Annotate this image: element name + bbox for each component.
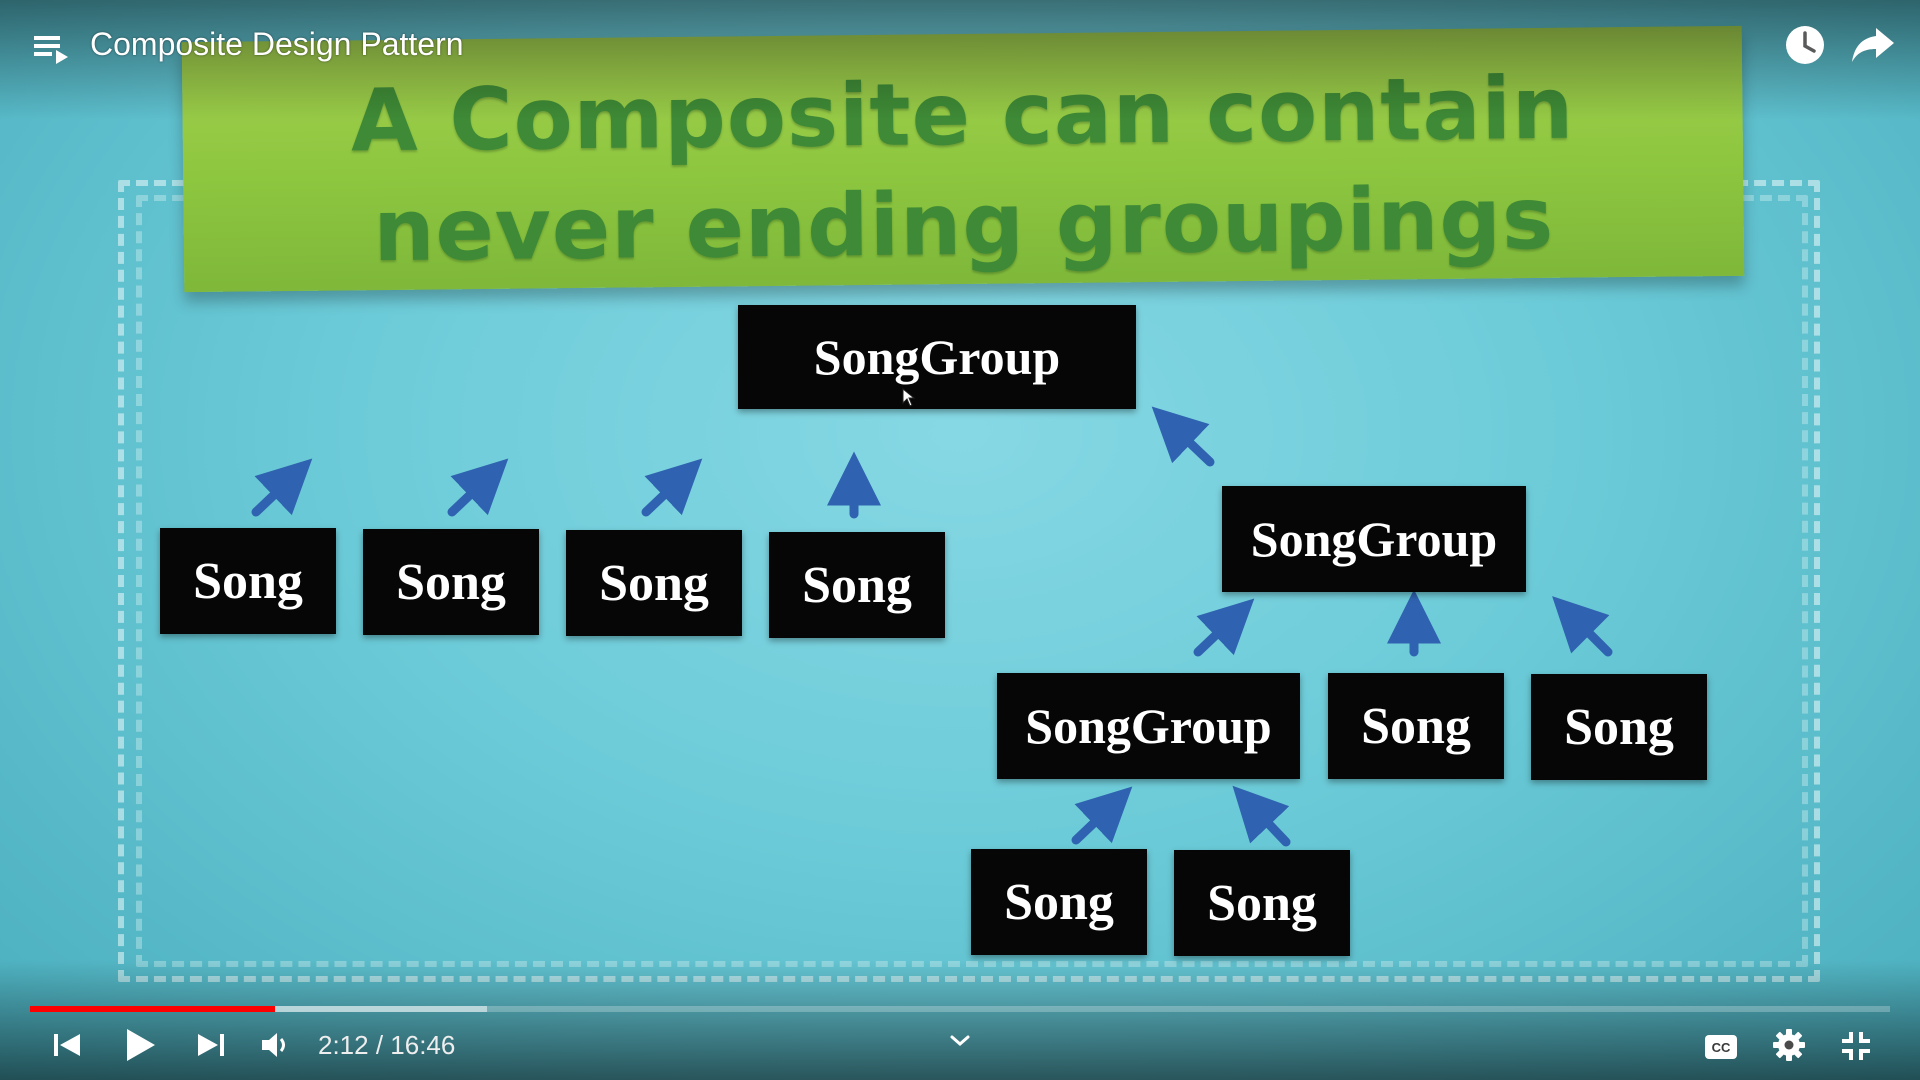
play-icon xyxy=(127,1029,155,1061)
song-6: Song xyxy=(1531,674,1707,780)
time-total: 16:46 xyxy=(390,1030,456,1060)
next-icon xyxy=(198,1034,224,1056)
exit-fullscreen-button[interactable] xyxy=(1840,1030,1872,1062)
songgroup-third: SongGroup xyxy=(997,673,1300,779)
time-display: 2:12 / 16:46 xyxy=(318,1030,455,1061)
player-bottom-bar xyxy=(0,960,1920,1080)
song-1: Song xyxy=(160,528,336,634)
gear-icon xyxy=(1773,1029,1805,1061)
time-separator: / xyxy=(368,1030,391,1060)
expand-chevron-button[interactable] xyxy=(948,1032,972,1050)
arrow-group3-to-group2 xyxy=(1193,598,1255,657)
previous-icon xyxy=(54,1034,80,1056)
arrow-song1-to-root xyxy=(251,458,313,517)
exit-fullscreen-icon xyxy=(1842,1032,1870,1060)
songgroup-root: SongGroup xyxy=(738,305,1136,409)
previous-button[interactable] xyxy=(50,1028,84,1062)
arrow-song6-to-group2 xyxy=(1552,596,1613,657)
playlist-icon xyxy=(34,36,68,64)
video-frame[interactable]: A Composite can contain never ending gro… xyxy=(0,0,1920,1080)
volume-button[interactable] xyxy=(260,1030,292,1060)
progress-played xyxy=(30,1006,275,1012)
playlist-button[interactable] xyxy=(32,30,72,70)
arrow-song2-to-root xyxy=(447,458,509,517)
share-button[interactable] xyxy=(1850,24,1896,66)
next-button[interactable] xyxy=(194,1028,228,1062)
song-3: Song xyxy=(566,530,742,636)
progress-bar[interactable] xyxy=(30,1006,1890,1012)
song-5: Song xyxy=(1328,673,1504,779)
arrow-song3-to-root xyxy=(641,458,703,517)
time-current: 2:12 xyxy=(318,1030,369,1060)
song-2: Song xyxy=(363,529,539,635)
captions-button[interactable]: CC xyxy=(1704,1034,1738,1060)
chevron-down-icon xyxy=(950,1035,970,1046)
settings-button[interactable] xyxy=(1772,1028,1806,1062)
share-icon xyxy=(1852,28,1894,62)
song-7: Song xyxy=(971,849,1147,955)
watch-later-button[interactable] xyxy=(1784,24,1826,66)
songgroup-second: SongGroup xyxy=(1222,486,1526,592)
volume-icon xyxy=(262,1033,285,1057)
arrow-song8-to-group3 xyxy=(1232,785,1291,847)
song-8: Song xyxy=(1174,850,1350,956)
video-title[interactable]: Composite Design Pattern xyxy=(90,26,464,63)
mouse-cursor-icon xyxy=(902,388,916,407)
arrow-song7-to-group3 xyxy=(1071,786,1133,845)
song-4: Song xyxy=(769,532,945,638)
clock-icon xyxy=(1786,26,1824,64)
svg-text:CC: CC xyxy=(1712,1040,1731,1055)
play-button[interactable] xyxy=(122,1026,158,1064)
arrow-group2-to-root xyxy=(1151,406,1215,467)
cc-icon: CC xyxy=(1705,1035,1737,1059)
